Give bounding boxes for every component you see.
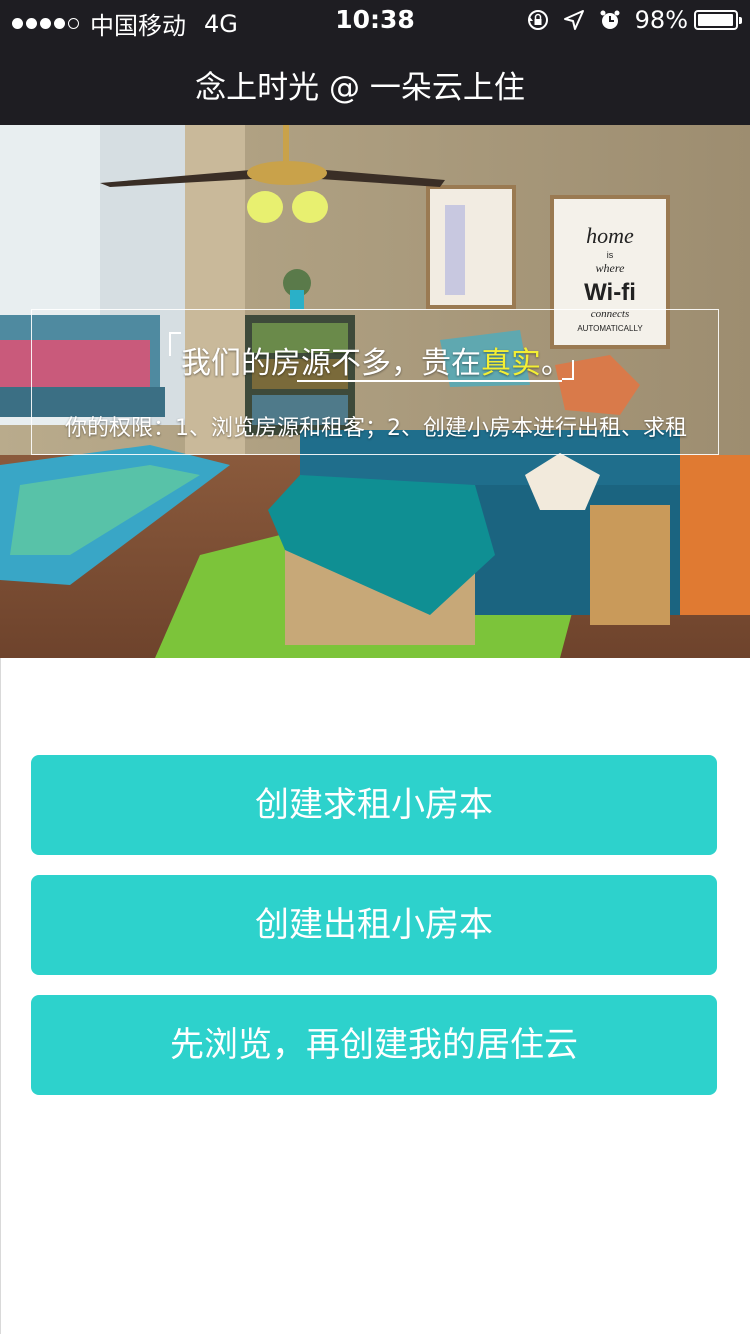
browse-first-button[interactable]: 先浏览，再创建我的居住云 — [31, 995, 717, 1095]
hero-caption: 我们的房源不多，贵在真实。 — [32, 338, 720, 382]
poster-text-where: where — [596, 261, 626, 275]
hero-image: home is where Wi-fi connects AUTOMATICAL… — [0, 125, 750, 658]
poster-text-home: home — [586, 223, 634, 248]
page-edge-divider — [0, 658, 1, 1334]
create-rent-request-button[interactable]: 创建求租小房本 — [31, 755, 717, 855]
alarm-icon — [600, 10, 620, 29]
battery-percent: 98% — [634, 6, 688, 34]
caption-underline — [297, 380, 562, 382]
quote-bracket-close — [562, 360, 574, 380]
permissions-text: 你的权限：1、浏览房源和租客；2、创建小房本进行出租、求租 — [65, 416, 687, 441]
nav-bar: 念上时光 @ 一朵云上住 — [0, 40, 750, 125]
poster-text-is: is — [607, 250, 614, 260]
page-title: 念上时光 @ 一朵云上住 — [195, 70, 525, 106]
location-arrow-icon — [563, 10, 584, 30]
caption-text: 我们的房源不多，贵在 — [181, 346, 481, 381]
poster-text-wifi: Wi-fi — [584, 279, 636, 306]
status-bar: 中国移动 4G 10:38 98% — [0, 0, 750, 40]
caption-highlight: 真实 — [481, 346, 541, 381]
status-right: 98% — [527, 6, 742, 34]
battery-icon — [694, 10, 742, 30]
hero-caption-box: 我们的房源不多，贵在真实。 你的权限：1、浏览房源和租客；2、创建小房本进行出租… — [31, 309, 719, 455]
rotation-lock-icon — [527, 10, 548, 30]
create-rental-listing-button[interactable]: 创建出租小房本 — [31, 875, 717, 975]
battery-level — [698, 14, 734, 26]
